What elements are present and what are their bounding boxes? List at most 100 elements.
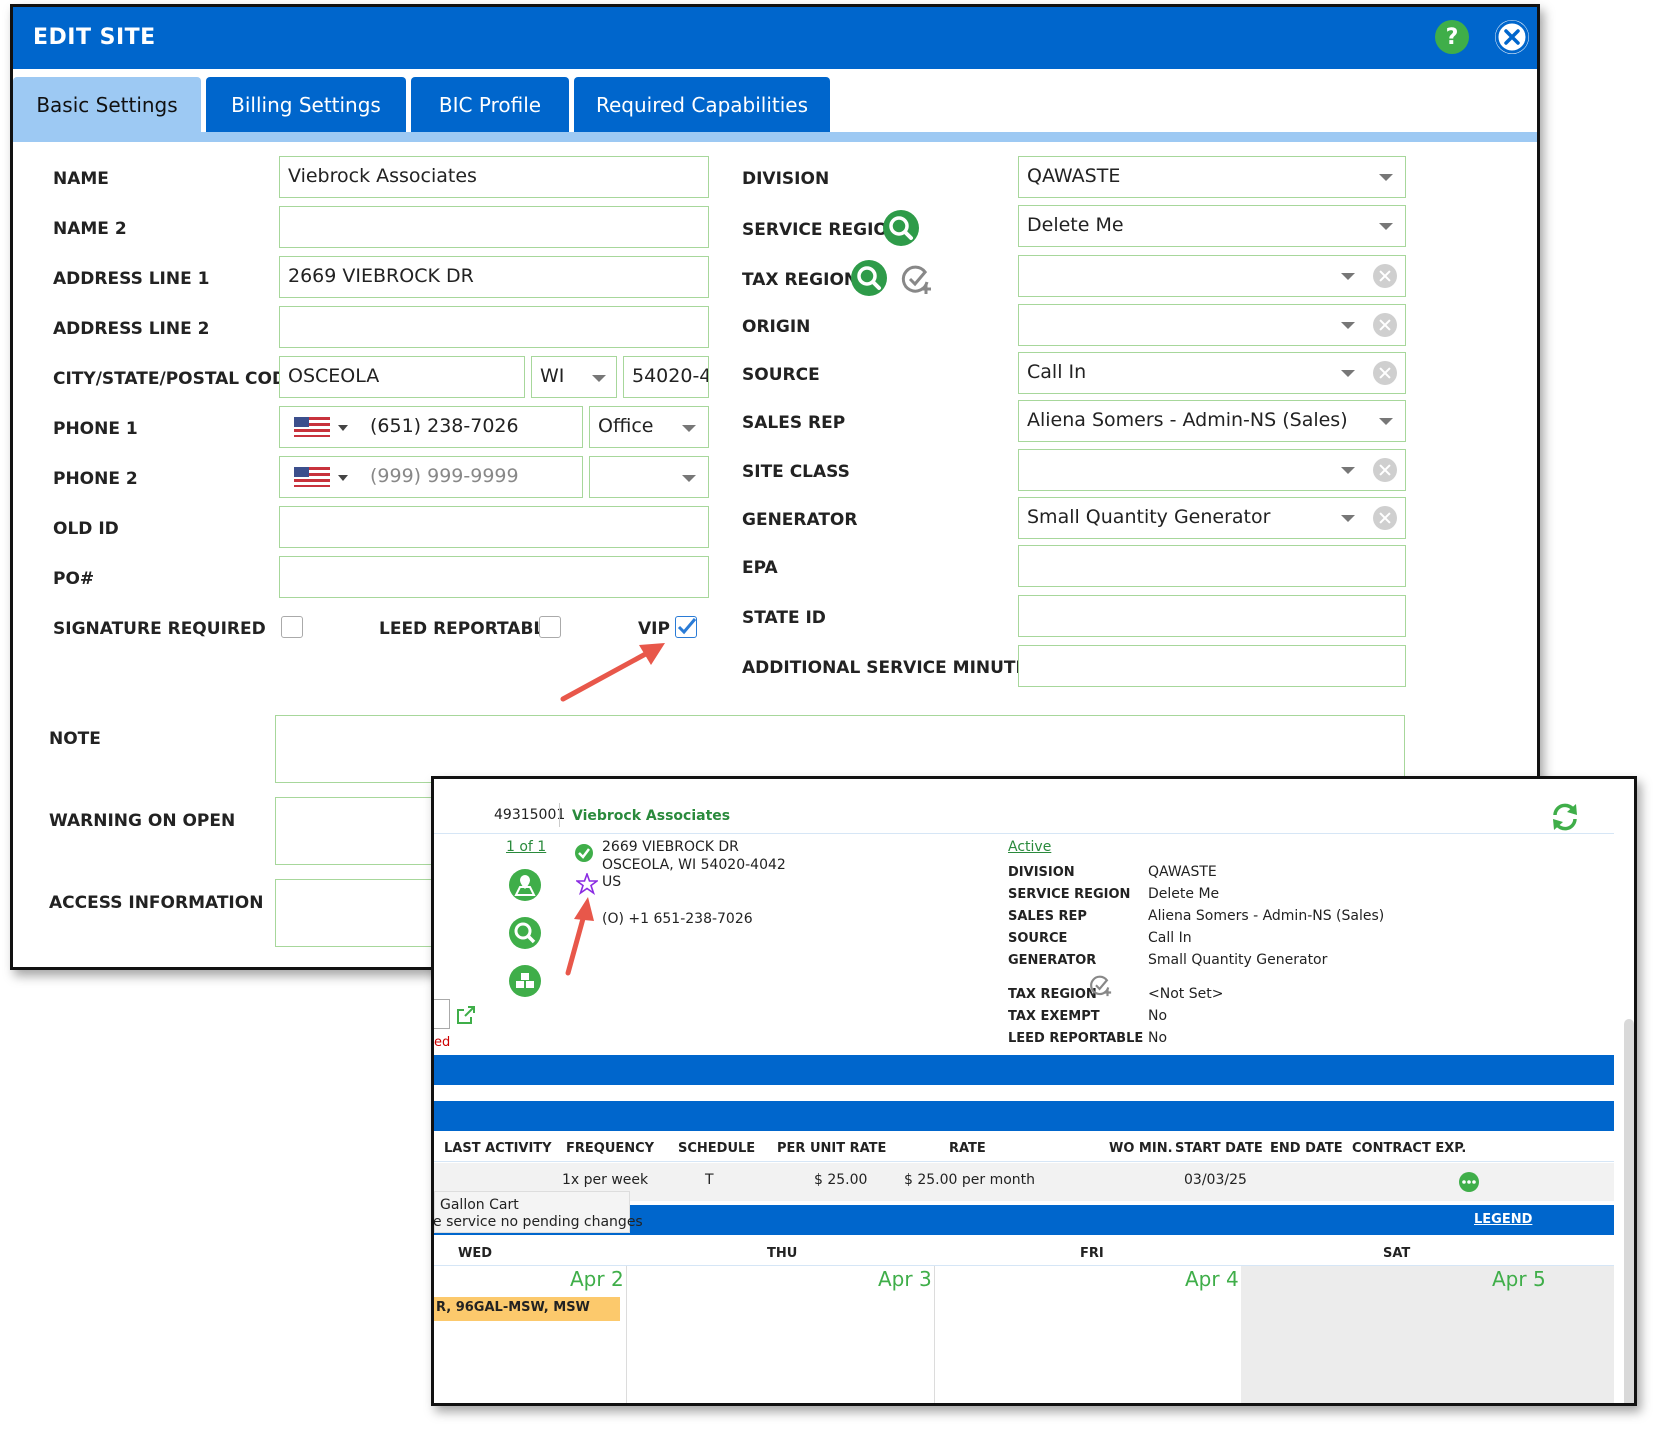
division-value: QAWASTE [1027,165,1121,187]
clear-icon[interactable] [1373,264,1397,288]
country-dropdown-icon[interactable] [338,475,348,481]
detail-label: SOURCE [1008,931,1068,946]
country-dropdown-icon[interactable] [338,425,348,431]
phone1-value: (651) 238-7026 [370,415,519,437]
division-select[interactable]: QAWASTE [1018,156,1406,198]
warning-on-open-label: WARNING ON OPEN [49,811,236,831]
clear-icon[interactable] [1373,361,1397,385]
leed-reportable-checkbox[interactable] [539,616,561,638]
tax-region-select[interactable] [1018,255,1406,297]
clear-icon[interactable] [1373,506,1397,530]
search-icon[interactable] [509,917,541,949]
leed-reportable-value: No [1148,1030,1168,1046]
source-select[interactable]: Call In [1018,352,1406,394]
tab-underline [13,132,1537,142]
map-icon[interactable] [509,869,541,901]
site-class-label: SITE CLASS [742,462,850,482]
phone1-type-select[interactable]: Office [589,406,709,448]
refresh-icon[interactable] [1549,801,1581,833]
address2-input[interactable] [279,306,709,348]
additional-service-minutes-input[interactable] [1018,645,1406,687]
start-date-cell: 03/03/25 [1184,1172,1247,1188]
note-input[interactable] [275,715,1405,783]
origin-select[interactable] [1018,304,1406,346]
epa-input[interactable] [1018,545,1406,587]
tab-basic-settings[interactable]: Basic Settings [13,77,201,133]
generator-select[interactable]: Small Quantity Generator [1018,497,1406,539]
partial-input[interactable] [434,999,450,1029]
column-header: FREQUENCY [566,1141,655,1156]
signature-required-checkbox[interactable] [281,616,303,638]
status-link[interactable]: Active [1008,839,1051,855]
day-divider [934,1266,935,1403]
address1-input[interactable]: 2669 VIEBROCK DR [279,256,709,298]
sales-rep-select[interactable]: Aliena Somers - Admin-NS (Sales) [1018,400,1406,442]
generator-label: GENERATOR [742,510,858,530]
detail-value: Delete Me [1148,886,1220,902]
generator-value: Small Quantity Generator [1027,506,1271,528]
detail-label: SALES REP [1008,909,1087,924]
address2-label: ADDRESS LINE 2 [53,319,210,339]
close-button[interactable] [1495,20,1529,54]
containers-icon[interactable] [509,965,541,997]
tax-exempt-value: No [1148,1008,1168,1024]
source-label: SOURCE [742,365,820,385]
detail-value: QAWASTE [1148,864,1217,880]
address-line1: 2669 VIEBROCK DR [602,839,739,855]
po-label: PO# [53,569,95,589]
phone2-input[interactable]: (999) 999-9999 [279,456,583,498]
tab-billing-settings[interactable]: Billing Settings [206,77,406,133]
additional-service-minutes-label: ADDITIONAL SERVICE MINUTES [742,658,1040,678]
tax-region-value: <Not Set> [1148,986,1224,1002]
column-header: RATE [949,1141,986,1156]
day-date-fri: Apr 4 [1185,1267,1239,1291]
sales-rep-value: Aliena Somers - Admin-NS (Sales) [1027,409,1348,431]
tab-required-capabilities[interactable]: Required Capabilities [574,77,830,133]
day-date-sat: Apr 5 [1492,1267,1546,1291]
site-name: Viebrock Associates [572,808,731,824]
tax-region-search-button[interactable] [851,260,887,296]
dialog-title: EDIT SITE [33,25,156,50]
state-id-input[interactable] [1018,595,1406,637]
clear-icon[interactable] [1373,313,1397,337]
name2-input[interactable] [279,206,709,248]
access-information-label: ACCESS INFORMATION [49,893,264,913]
us-flag-icon [294,417,330,437]
divider [434,1161,1614,1162]
vip-checkbox[interactable] [675,616,697,638]
city-input[interactable]: OSCEOLA [279,356,525,398]
detail-label: GENERATOR [1008,953,1097,968]
verified-check-icon [575,844,593,862]
po-input[interactable] [279,556,709,598]
column-header: WO MIN. [1109,1141,1173,1156]
name-input[interactable]: Viebrock Associates [279,156,709,198]
address-line2: OSCEOLA, WI 54020-4042 [602,857,786,873]
scrollbar[interactable] [1624,1019,1634,1403]
external-link-icon[interactable] [456,1005,476,1025]
section-bar [434,1055,1614,1085]
state-select[interactable]: WI [531,356,617,398]
column-header: START DATE [1175,1141,1263,1156]
legend-link[interactable]: LEGEND [1474,1212,1532,1227]
day-cell-sat[interactable] [1241,1266,1614,1403]
day-header-sat: SAT [1383,1246,1411,1261]
phone1-input[interactable]: (651) 238-7026 [279,406,583,448]
postal-code-input[interactable]: 54020-4 [623,356,709,398]
service-region-search-button[interactable] [883,210,919,246]
help-button[interactable]: ? [1435,20,1469,54]
calendar-event[interactable]: R, 96GAL-MSW, MSW [434,1297,620,1321]
us-flag-icon [294,467,330,487]
column-header: SCHEDULE [678,1141,756,1156]
clear-icon[interactable] [1373,458,1397,482]
check-add-icon[interactable] [1088,973,1114,999]
tab-bic-profile[interactable]: BIC Profile [411,77,569,133]
site-class-select[interactable] [1018,449,1406,491]
chevron-down-icon [592,375,606,382]
check-add-icon[interactable] [899,262,935,298]
pager-link[interactable]: 1 of 1 [506,839,546,855]
more-options-icon[interactable] [1458,1171,1480,1193]
service-region-select[interactable]: Delete Me [1018,205,1406,247]
phone2-type-select[interactable] [589,456,709,498]
name2-label: NAME 2 [53,219,127,239]
old-id-input[interactable] [279,506,709,548]
